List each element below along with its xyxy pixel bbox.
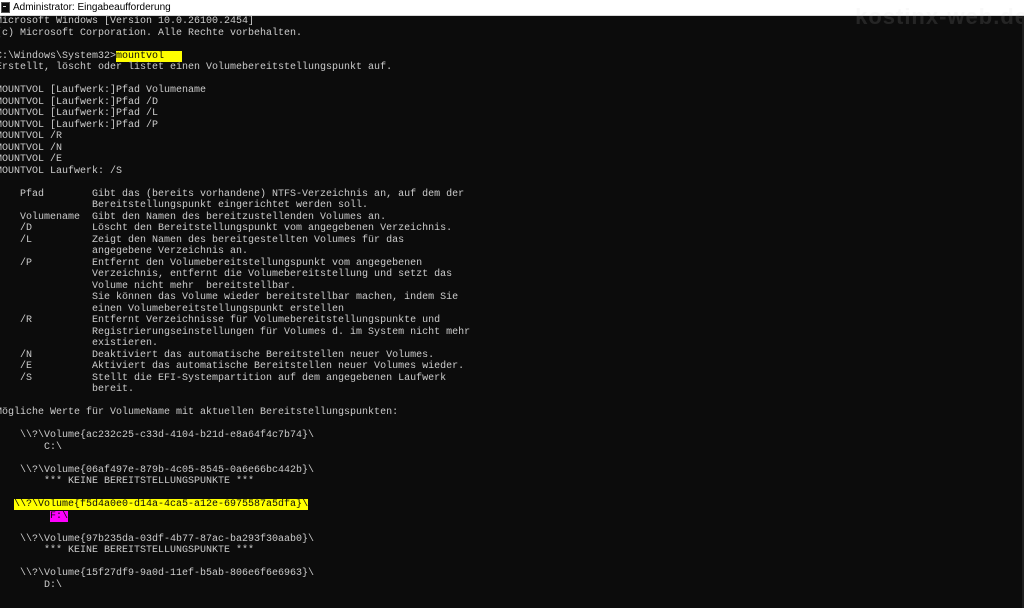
option-line: bereit. [0, 384, 135, 395]
values-heading: Mögliche Werte für VolumeName mit aktuel… [0, 407, 399, 418]
volume-mount-line: *** KEINE BEREITSTELLUNGSPUNKTE *** [0, 545, 255, 556]
option-line: /R Entfernt Verzeichnisse für Volumebere… [0, 315, 441, 326]
usage-line: MOUNTVOL [Laufwerk:]Pfad /L [0, 108, 159, 119]
option-line: /E Aktiviert das automatische Bereitstel… [0, 361, 465, 372]
volume-mount-line: D:\ [0, 579, 63, 591]
cmd-app-icon [1, 2, 10, 13]
option-line: Pfad Gibt das (bereits vorhandene) NTFS-… [0, 188, 465, 200]
usage-line: MOUNTVOL [Laufwerk:]Pfad Volumename [0, 85, 207, 96]
usage-line: MOUNTVOL /N [0, 142, 63, 154]
console-output[interactable]: Microsoft Windows [Version 10.0.26100.24… [0, 16, 1024, 591]
volume-guid-line: \\?\Volume{97b235da-03df-4b77-87ac-ba293… [0, 533, 315, 545]
option-line: /S Stellt die EFI-Systempartition auf de… [0, 372, 447, 384]
option-line: angegebene Verzeichnis an. [0, 246, 249, 257]
volume-guid-line: \\?\Volume{ac232c25-c33d-4104-b21d-e8a64… [0, 430, 315, 441]
usage-line: MOUNTVOL /R [0, 131, 63, 142]
option-line: Bereitstellungspunkt eingerichtet werden… [0, 200, 369, 211]
console-line-version: Microsoft Windows [Version 10.0.26100.24… [0, 16, 255, 27]
usage-line: MOUNTVOL /E [0, 154, 63, 165]
option-line: existieren. [0, 338, 159, 349]
option-line: Sie können das Volume wieder bereitstell… [0, 292, 459, 303]
option-line: Volumename Gibt den Namen des bereitzust… [0, 211, 387, 223]
option-line: Volume nicht mehr bereitstellbar. [0, 280, 297, 292]
option-line: /D Löscht den Bereitstellungspunkt vom a… [0, 223, 453, 234]
volume-mount-line-highlighted: F:\ [0, 510, 1024, 523]
option-line: Registrierungseinstellungen für Volumes … [0, 326, 471, 338]
prompt-path: C:\Windows\System32> [0, 50, 117, 62]
console-line-copyright: (c) Microsoft Corporation. Alle Rechte v… [0, 27, 303, 39]
volume-mount-line: C:\ [0, 441, 63, 453]
volume-guid-line: \\?\Volume{15f27df9-9a0d-11ef-b5ab-806e6… [0, 568, 315, 579]
option-line: einen Volumebereitstellungspunkt erstell… [0, 303, 345, 315]
command-prompt-window: Administrator: Eingabeaufforderung kosti… [0, 0, 1024, 608]
command-highlight: mountvol [116, 50, 183, 62]
drive-letter-highlight: F:\ [50, 510, 69, 522]
usage-line: MOUNTVOL Laufwerk: /S [0, 165, 123, 177]
console-line-description: Erstellt, löscht oder listet einen Volum… [0, 62, 393, 73]
window-title: Administrator: Eingabeaufforderung [13, 2, 171, 13]
volume-guid-highlight: \\?\Volume{f5d4a0e0-d14a-4ca5-a12e-69755… [14, 499, 309, 510]
usage-line: MOUNTVOL [Laufwerk:]Pfad /D [0, 96, 159, 108]
volume-mount-line: *** KEINE BEREITSTELLUNGSPUNKTE *** [0, 476, 255, 487]
option-line: /N Deaktiviert das automatische Bereitst… [0, 349, 435, 361]
option-line: /P Entfernt den Volumebereitstellungspun… [0, 257, 423, 269]
volume-guid-line: \\?\Volume{06af497e-879b-4c05-8545-0a6e6… [0, 464, 315, 476]
option-line: Verzeichnis, entfernt die Volumebereitst… [0, 269, 453, 280]
volume-guid-line-highlighted: \\?\Volume{f5d4a0e0-d14a-4ca5-a12e-69755… [0, 499, 1024, 511]
option-line: /L Zeigt den Namen des bereitgestellten … [0, 234, 405, 246]
usage-line: MOUNTVOL [Laufwerk:]Pfad /P [0, 119, 159, 131]
prompt-line: C:\Windows\System32>mountvol [0, 50, 1024, 63]
